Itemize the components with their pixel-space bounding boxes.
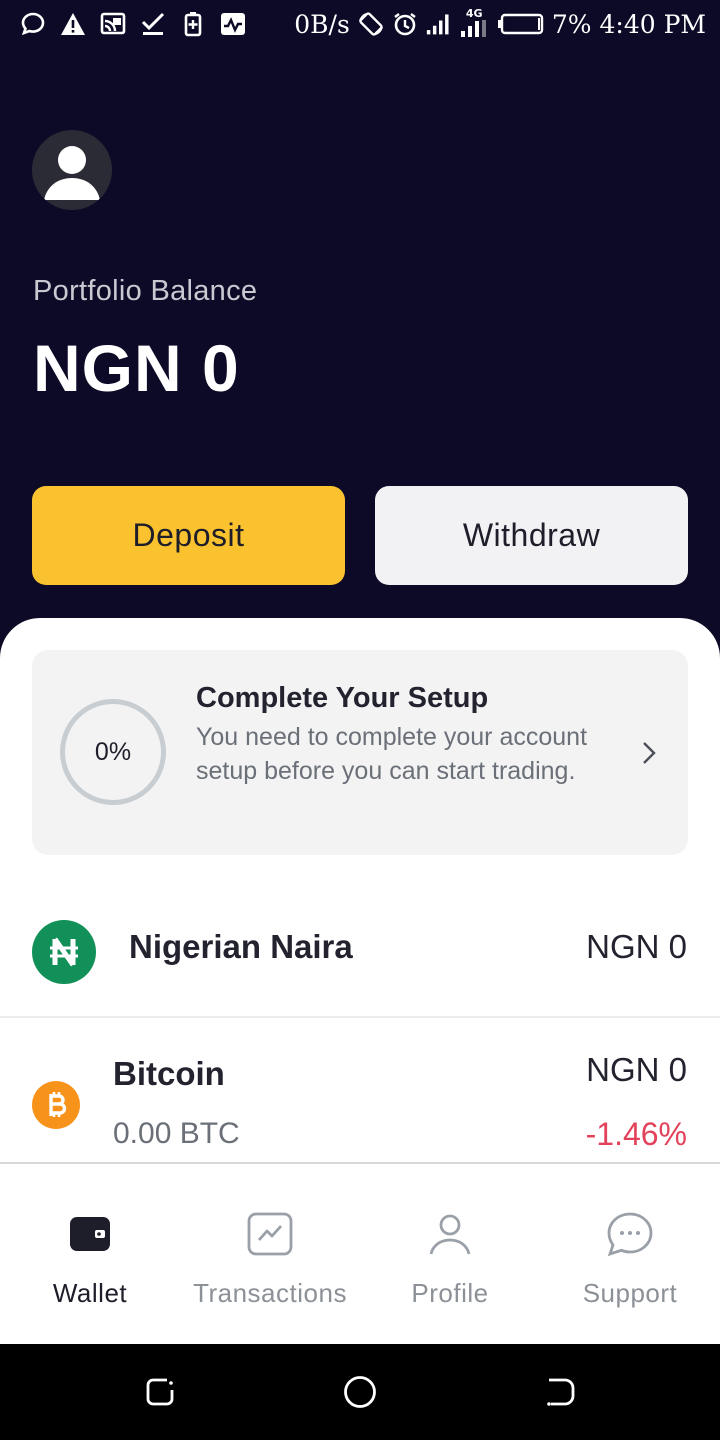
nav-profile[interactable]: Profile [360, 1166, 540, 1344]
status-icons-left [20, 10, 246, 38]
setup-progress-text: 0% [94, 737, 132, 766]
nav-support[interactable]: Support [540, 1166, 720, 1344]
chat-bubble-icon [20, 11, 46, 37]
nav-label: Profile [411, 1278, 489, 1308]
activity-icon [220, 11, 246, 37]
asset-amount: 0.00 BTC [113, 1117, 240, 1150]
alarm-icon [392, 11, 418, 37]
naira-icon [32, 920, 96, 984]
asset-row-bitcoin[interactable]: Bitcoin 0.00 BTC NGN 0 -1.46% [0, 1020, 720, 1164]
setup-title: Complete Your Setup [196, 682, 489, 714]
asset-value: NGN 0 [586, 1051, 687, 1088]
setup-description: You need to complete your account setup … [196, 723, 588, 785]
asset-name: Nigerian Naira [129, 928, 353, 965]
avatar[interactable] [32, 130, 112, 210]
setup-progress-ring: 0% [60, 699, 166, 805]
asset-change: -1.46% [585, 1116, 687, 1152]
setup-card[interactable]: 0% Complete Your Setup You need to compl… [32, 650, 688, 855]
deposit-button[interactable]: Deposit [32, 486, 345, 585]
recents-icon[interactable] [142, 1374, 178, 1410]
asset-name: Bitcoin [113, 1055, 225, 1092]
status-bar: 0B/s 4G 7% 4:40 PM [0, 0, 720, 48]
profile-icon [426, 1210, 474, 1258]
battery-percent: 7% [551, 9, 592, 39]
asset-value: NGN 0 [586, 928, 687, 965]
back-icon[interactable] [542, 1374, 578, 1410]
battery-saver-icon [180, 11, 206, 37]
battery-icon [497, 11, 544, 37]
bottom-nav: Wallet Transactions Profile Support [0, 1166, 720, 1344]
nav-label: Transactions [193, 1278, 347, 1308]
network-type: 4G [465, 7, 483, 20]
net-speed: 0B/s [294, 9, 350, 39]
cast-icon [100, 11, 126, 37]
withdraw-button[interactable]: Withdraw [375, 486, 688, 585]
nav-wallet[interactable]: Wallet [0, 1166, 180, 1344]
rotate-icon [358, 11, 384, 37]
home-icon[interactable] [342, 1374, 378, 1410]
bitcoin-icon [32, 1081, 80, 1129]
chevron-right-icon [636, 738, 660, 768]
asset-row-naira[interactable]: Nigerian Naira NGN 0 [0, 900, 720, 1018]
portfolio-balance: NGN 0 [33, 331, 240, 405]
signal-icon [426, 11, 452, 37]
system-nav-bar [0, 1344, 720, 1440]
nav-label: Support [582, 1278, 678, 1308]
status-icons-right: 0B/s 4G 7% 4:40 PM [294, 7, 706, 40]
nav-label: Wallet [52, 1278, 128, 1308]
warning-icon [60, 11, 86, 37]
nav-transactions[interactable]: Transactions [180, 1166, 360, 1344]
portfolio-label: Portfolio Balance [33, 275, 258, 307]
signal-4g-icon: 4G [460, 7, 490, 37]
clock: 4:40 PM [599, 9, 706, 39]
wallet-icon [66, 1210, 114, 1258]
support-icon [606, 1210, 654, 1258]
user-avatar-icon [44, 146, 100, 200]
transactions-icon [246, 1210, 294, 1258]
download-done-icon [140, 11, 166, 37]
